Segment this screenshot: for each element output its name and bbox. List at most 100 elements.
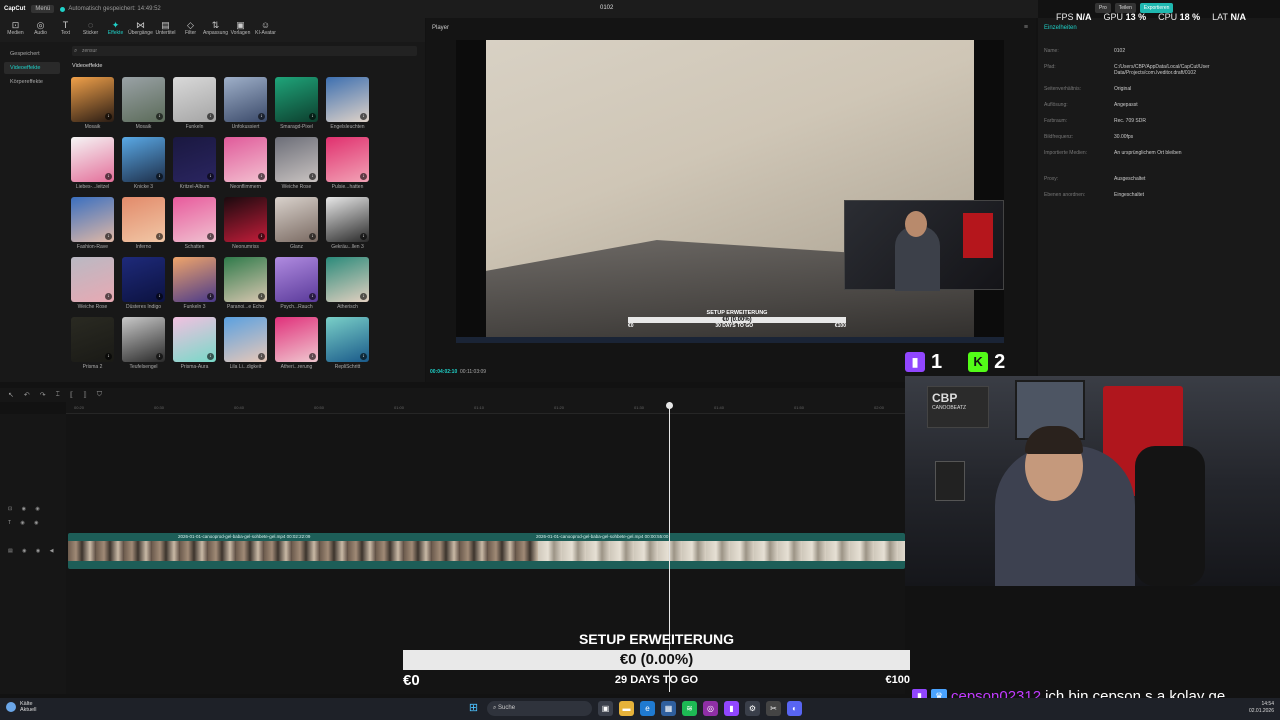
- app-icon[interactable]: ◎: [703, 701, 718, 716]
- effect-tile[interactable]: ↓ Schatten: [173, 197, 216, 250]
- download-icon[interactable]: ↓: [258, 173, 265, 180]
- timeline-ruler[interactable]: 00:20 00:30 00:40 00:50 01:00 01:10 01:20 01:30…: [66, 402, 905, 414]
- download-icon[interactable]: ↓: [156, 113, 163, 120]
- sidenav-saved[interactable]: Gespeichert: [4, 48, 60, 60]
- playhead-handle[interactable]: [666, 402, 673, 409]
- shield-icon[interactable]: ⛉: [97, 391, 102, 399]
- effect-tile[interactable]: ↓ Ätherisch: [326, 257, 369, 310]
- effect-tile[interactable]: ↓ Prisma 2: [71, 317, 114, 370]
- trim-right-icon[interactable]: ⟧: [83, 391, 86, 399]
- windows-start-icon[interactable]: ⊞: [466, 701, 481, 716]
- toolbar-audio[interactable]: ◎ Audio: [28, 18, 53, 42]
- effect-tile[interactable]: ↓ Psych...Rauch: [275, 257, 318, 310]
- effect-tile[interactable]: ↓ Liebes-...leitzel: [71, 137, 114, 190]
- effect-tile[interactable]: ↓ Glanz: [275, 197, 318, 250]
- effect-tile[interactable]: ↓ Neonflimmern: [224, 137, 267, 190]
- effect-tile[interactable]: ↓ Engelsleuchten: [326, 77, 369, 130]
- track-header-main[interactable]: ▤ ◉ ◉ ◀: [8, 548, 57, 554]
- download-icon[interactable]: ↓: [156, 233, 163, 240]
- toolbar-sticker[interactable]: ◌ Sticker: [78, 18, 103, 42]
- weather-widget[interactable]: Kälte Aktuell: [6, 701, 37, 713]
- effect-tile[interactable]: ↓ Smaragd-Pixel: [275, 77, 318, 130]
- effect-tile[interactable]: ↓ Funkeln: [173, 77, 216, 130]
- download-icon[interactable]: ↓: [309, 113, 316, 120]
- twitch-app-icon[interactable]: ▮: [724, 701, 739, 716]
- toolbar-untertitel[interactable]: ▤ Untertitel: [153, 18, 178, 42]
- download-icon[interactable]: ↓: [258, 113, 265, 120]
- toolbar-vorlagen[interactable]: ▣ Vorlagen: [228, 18, 253, 42]
- select-tool-icon[interactable]: ↖: [8, 391, 14, 399]
- download-icon[interactable]: ↓: [360, 113, 367, 120]
- toolbar-ki-avatar[interactable]: ☺ KI-Avatar: [253, 18, 278, 42]
- split-icon[interactable]: ⌶: [56, 391, 60, 399]
- edge-icon[interactable]: e: [640, 701, 655, 716]
- effect-tile[interactable]: ↓ Fashion-Rave: [71, 197, 114, 250]
- track-header-text[interactable]: T ◉ ◉: [8, 520, 42, 526]
- effect-tile[interactable]: ↓ Teufelsengel: [122, 317, 165, 370]
- effect-tile[interactable]: ↓ Weiche Rose: [275, 137, 318, 190]
- effect-tile[interactable]: ↓ Knicke 3: [122, 137, 165, 190]
- download-icon[interactable]: ↓: [156, 293, 163, 300]
- effect-tile[interactable]: ↓ Inferno: [122, 197, 165, 250]
- timeline-clip[interactable]: 2026-01-01-canooprod-gel-baba-gel-sohbet…: [68, 533, 905, 569]
- effect-tile[interactable]: ↓ RepliSchritt: [326, 317, 369, 370]
- effect-tile[interactable]: ↓ Paranoi...e Echo: [224, 257, 267, 310]
- download-icon[interactable]: ↓: [156, 173, 163, 180]
- track-header-effects[interactable]: ⊡ ◉ ◉: [8, 506, 44, 512]
- download-icon[interactable]: ↓: [360, 293, 367, 300]
- download-icon[interactable]: ↓: [105, 173, 112, 180]
- effect-tile[interactable]: ↓ Ätheri...rerung: [275, 317, 318, 370]
- toolbar-effekte[interactable]: ✦ Effekte: [103, 18, 128, 42]
- download-icon[interactable]: ↓: [360, 353, 367, 360]
- download-icon[interactable]: ↓: [258, 353, 265, 360]
- effect-tile[interactable]: ↓ Mosaik: [122, 77, 165, 130]
- sidenav-video-effects[interactable]: Videoeffekte: [4, 62, 60, 74]
- effect-tile[interactable]: ↓ Unfokussiert: [224, 77, 267, 130]
- store-icon[interactable]: ▦: [661, 701, 676, 716]
- download-icon[interactable]: ↓: [309, 353, 316, 360]
- download-icon[interactable]: ↓: [309, 173, 316, 180]
- effect-tile[interactable]: ↓ Funkeln 3: [173, 257, 216, 310]
- effect-tile[interactable]: ↓ Pulsie...hatten: [326, 137, 369, 190]
- effect-tile[interactable]: ↓ Düsteres Indigo: [122, 257, 165, 310]
- taskbar-search[interactable]: ⌕ Suche: [487, 701, 592, 716]
- toolbar-medien[interactable]: ⊡ Medien: [3, 18, 28, 42]
- effect-tile[interactable]: ↓ Gekräu...llen 3: [326, 197, 369, 250]
- undo-icon[interactable]: ↶: [24, 391, 30, 399]
- spotify-icon[interactable]: ≋: [682, 701, 697, 716]
- toolbar-übergänge[interactable]: ⋈ Übergänge: [128, 18, 153, 42]
- player-menu-icon[interactable]: ≡: [1024, 24, 1028, 31]
- discord-icon[interactable]: ◐: [787, 701, 802, 716]
- capcut-icon[interactable]: ✂: [766, 701, 781, 716]
- download-icon[interactable]: ↓: [156, 353, 163, 360]
- effect-tile[interactable]: ↓ Kritzel-Album: [173, 137, 216, 190]
- explorer-icon[interactable]: ▬: [619, 701, 634, 716]
- download-icon[interactable]: ↓: [309, 233, 316, 240]
- download-icon[interactable]: ↓: [360, 173, 367, 180]
- effect-tile[interactable]: ↓ Mosaik: [71, 77, 114, 130]
- toolbar-text[interactable]: T Text: [53, 18, 78, 42]
- system-tray[interactable]: 14:54 02.01.2026: [1249, 701, 1274, 715]
- download-icon[interactable]: ↓: [207, 113, 214, 120]
- effect-tile[interactable]: ↓ Lila Li...digkeit: [224, 317, 267, 370]
- settings-icon[interactable]: ⚙: [745, 701, 760, 716]
- download-icon[interactable]: ↓: [360, 233, 367, 240]
- download-icon[interactable]: ↓: [258, 293, 265, 300]
- download-icon[interactable]: ↓: [105, 233, 112, 240]
- sidenav-body-effects[interactable]: Körpereffekte: [4, 76, 60, 88]
- effects-search-input[interactable]: ⌕ zensur: [72, 46, 417, 56]
- effect-tile[interactable]: ↓ Prisma-Aura: [173, 317, 216, 370]
- download-icon[interactable]: ↓: [309, 293, 316, 300]
- effect-tile[interactable]: ↓ Weiche Rose: [71, 257, 114, 310]
- download-icon[interactable]: ↓: [207, 233, 214, 240]
- task-view-icon[interactable]: ▣: [598, 701, 613, 716]
- toolbar-anpassung[interactable]: ⇅ Anpassung: [203, 18, 228, 42]
- menu-button[interactable]: Menü: [31, 5, 55, 13]
- trim-left-icon[interactable]: ⟦: [70, 391, 73, 399]
- download-icon[interactable]: ↓: [258, 233, 265, 240]
- download-icon[interactable]: ↓: [207, 173, 214, 180]
- video-preview[interactable]: SETUP ERWEITERUNG €0 (0.00%) €0 30 DAYS …: [456, 40, 1004, 343]
- download-icon[interactable]: ↓: [105, 293, 112, 300]
- effect-tile[interactable]: ↓ Neonumriss: [224, 197, 267, 250]
- download-icon[interactable]: ↓: [105, 353, 112, 360]
